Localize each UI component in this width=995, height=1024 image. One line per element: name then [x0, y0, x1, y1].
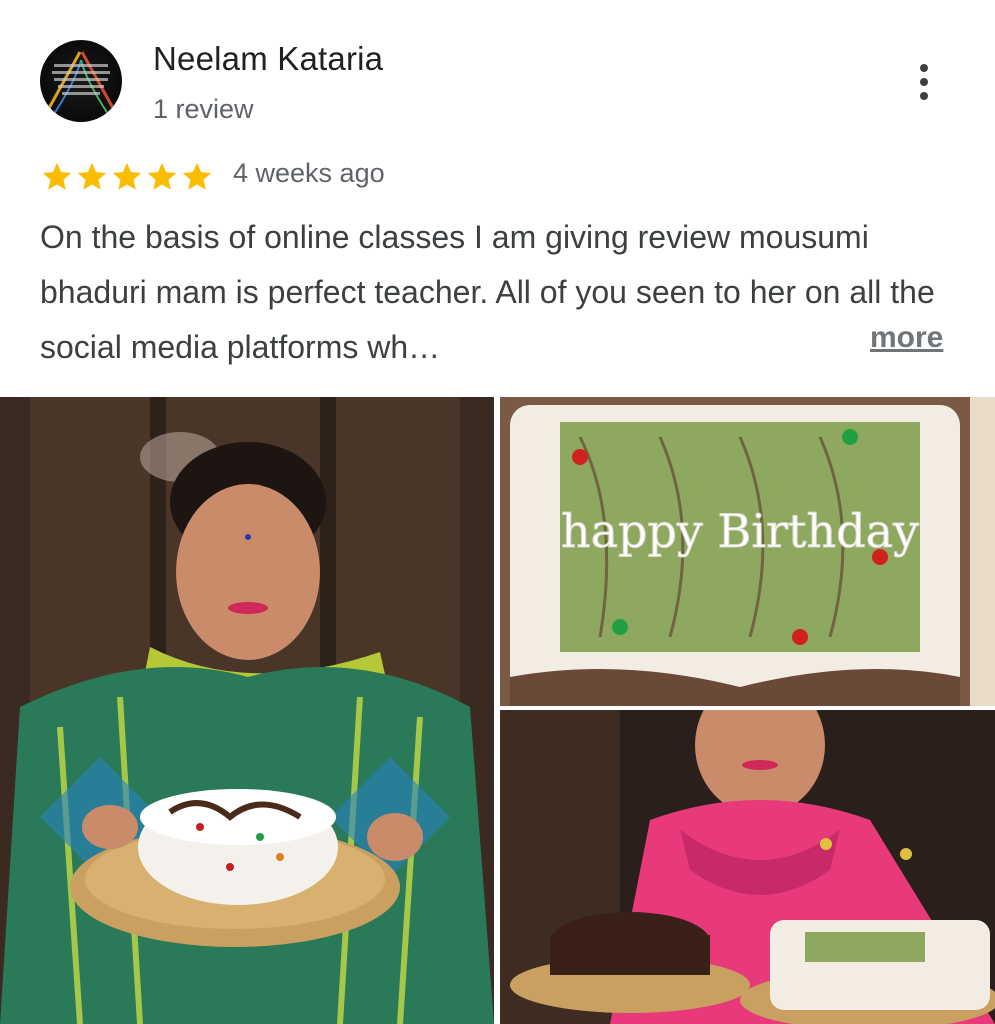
author-name[interactable]: Neelam Kataria: [153, 40, 383, 78]
more-vertical-icon[interactable]: [904, 58, 944, 106]
review-photo-3[interactable]: [500, 710, 995, 1024]
review-text: On the basis of online classes I am givi…: [40, 219, 935, 365]
review-photo-2[interactable]: happy Birthday: [500, 397, 995, 706]
more-link[interactable]: more: [870, 321, 943, 355]
review-time: 4 weeks ago: [233, 158, 385, 188]
avatar[interactable]: [40, 40, 122, 122]
star-icon: [147, 162, 177, 190]
star-icon: [112, 162, 142, 190]
star-icon: [42, 162, 72, 190]
star-rating: [40, 160, 215, 194]
review-count[interactable]: 1 review: [153, 94, 254, 125]
star-icon: [77, 162, 107, 190]
star-icon: [182, 162, 212, 190]
review-photo-1[interactable]: [0, 397, 494, 1024]
cake-writing: happy Birthday: [561, 504, 919, 558]
